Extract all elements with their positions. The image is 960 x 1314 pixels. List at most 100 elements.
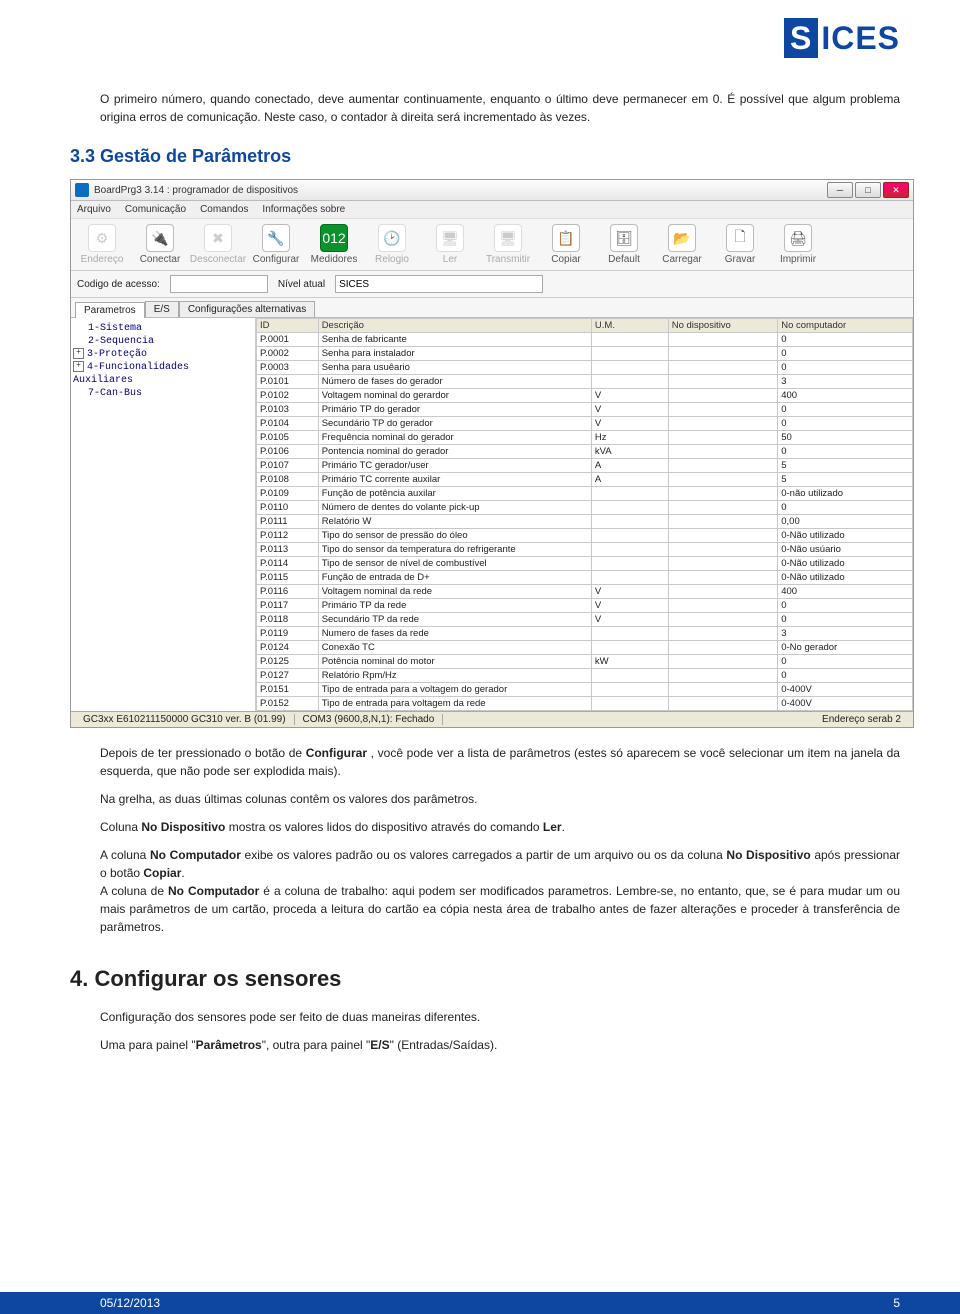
table-row[interactable]: P.0110Número de dentes do volante pick-u… xyxy=(257,501,913,515)
table-row[interactable]: P.0105Frequência nominal do geradorHz50 xyxy=(257,431,913,445)
table-row[interactable]: P.0152Tipo de entrada para voltagem da r… xyxy=(257,697,913,711)
cell: Frequência nominal do gerador xyxy=(318,431,591,445)
cell: Primário TP do gerador xyxy=(318,403,591,417)
toolbar-carregar[interactable]: 📂Carregar xyxy=(653,222,711,267)
cell xyxy=(668,599,778,613)
toolbar-imprimir[interactable]: 🖨Imprimir xyxy=(769,222,827,267)
toolbar-label: Desconectar xyxy=(190,254,246,265)
tab-1[interactable]: E/S xyxy=(145,301,179,317)
cell: Primário TC gerador/user xyxy=(318,459,591,473)
table-row[interactable]: P.0103Primário TP do geradorV0 xyxy=(257,403,913,417)
column-header[interactable]: ID xyxy=(257,319,319,333)
menu-item[interactable]: Informações sobre xyxy=(262,204,345,215)
access-input[interactable] xyxy=(170,275,268,293)
cell xyxy=(668,683,778,697)
cell xyxy=(668,473,778,487)
toolbar-label: Copiar xyxy=(551,254,580,265)
tree-node[interactable]: 7-Can-Bus xyxy=(73,387,253,400)
cell xyxy=(668,347,778,361)
cell: Potência nominal do motor xyxy=(318,655,591,669)
column-header[interactable]: U.M. xyxy=(591,319,668,333)
toolbar-gravar[interactable]: 🗋Gravar xyxy=(711,222,769,267)
toolbar-conectar[interactable]: 🔌Conectar xyxy=(131,222,189,267)
cell xyxy=(668,361,778,375)
table-row[interactable]: P.0116Voltagem nominal da redeV400 xyxy=(257,585,913,599)
cell: 400 xyxy=(778,585,913,599)
toolbar-configurar[interactable]: 🔧Configurar xyxy=(247,222,305,267)
table-row[interactable]: P.0124Conexão TC0-No gerador xyxy=(257,641,913,655)
titlebar[interactable]: BoardPrg3 3.14 : programador de disposit… xyxy=(71,180,913,201)
table-row[interactable]: P.0002Senha para instalador0 xyxy=(257,347,913,361)
toolbar-medidores[interactable]: 012Medidores xyxy=(305,222,363,267)
tab-0[interactable]: Parametros xyxy=(75,302,145,318)
cell: Conexão TC xyxy=(318,641,591,655)
toolbar-default[interactable]: 🗄Default xyxy=(595,222,653,267)
menu-item[interactable]: Comunicação xyxy=(125,204,186,215)
close-button[interactable]: ✕ xyxy=(883,182,909,198)
table-row[interactable]: P.0104Secundário TP do geradorV0 xyxy=(257,417,913,431)
tree-view[interactable]: 1-Sistema2-Sequencia3-Proteção4-Funciona… xyxy=(71,318,256,711)
cell: 0 xyxy=(778,361,913,375)
app-icon xyxy=(75,183,89,197)
menu-item[interactable]: Arquivo xyxy=(77,204,111,215)
body-text-1: Depois de ter pressionado o botão de Con… xyxy=(100,744,900,936)
table-row[interactable]: P.0106Pontencia nominal do geradorkVA0 xyxy=(257,445,913,459)
table-row[interactable]: P.0151Tipo de entrada para a voltagem do… xyxy=(257,683,913,697)
body-text-2: Configuração dos sensores pode ser feito… xyxy=(100,1008,900,1054)
table-row[interactable]: P.0001Senha de fabricante0 xyxy=(257,333,913,347)
table-row[interactable]: P.0127Relatório Rpm/Hz0 xyxy=(257,669,913,683)
table-row[interactable]: P.0108Primário TC corrente auxilarA5 xyxy=(257,473,913,487)
table-row[interactable]: P.0118Secundário TP da redeV0 xyxy=(257,613,913,627)
table-row[interactable]: P.0117Primário TP da redeV0 xyxy=(257,599,913,613)
tree-node[interactable]: 3-Proteção xyxy=(73,348,253,361)
table-row[interactable]: P.0003Senha para usuêario0 xyxy=(257,361,913,375)
status-right: Endereço serab 2 xyxy=(814,714,909,725)
column-header[interactable]: No dispositivo xyxy=(668,319,778,333)
cell xyxy=(668,375,778,389)
table-row[interactable]: P.0102Voltagem nominal do gerardorV400 xyxy=(257,389,913,403)
cell: 0 xyxy=(778,669,913,683)
table-row[interactable]: P.0125Potência nominal do motorkW0 xyxy=(257,655,913,669)
status-bar: GC3xx E610211150000 GC310 ver. B (01.99)… xyxy=(71,711,913,727)
level-value[interactable] xyxy=(335,275,543,293)
table-row[interactable]: P.0111Relatório W0,00 xyxy=(257,515,913,529)
cell: Tipo do sensor da temperatura do refrige… xyxy=(318,543,591,557)
menu-item[interactable]: Comandos xyxy=(200,204,248,215)
cell: 0-Não utilizado xyxy=(778,529,913,543)
tab-2[interactable]: Configurações alternativas xyxy=(179,301,315,317)
cell xyxy=(591,543,668,557)
minimize-button[interactable]: ─ xyxy=(827,182,853,198)
column-header[interactable]: No computador xyxy=(778,319,913,333)
cell: 0 xyxy=(778,613,913,627)
intro-paragraph: O primeiro número, quando conectado, dev… xyxy=(100,90,900,126)
maximize-button[interactable]: □ xyxy=(855,182,881,198)
cell: P.0112 xyxy=(257,529,319,543)
table-row[interactable]: P.0119Numero de fases da rede3 xyxy=(257,627,913,641)
cell: P.0105 xyxy=(257,431,319,445)
cell: A xyxy=(591,473,668,487)
status-left: GC3xx E610211150000 GC310 ver. B (01.99) xyxy=(75,714,295,725)
tree-node[interactable]: 4-Funcionalidades Auxiliares xyxy=(73,361,253,387)
tree-node[interactable]: 2-Sequencia xyxy=(73,335,253,348)
table-row[interactable]: P.0112Tipo do sensor de pressão do óleo 0… xyxy=(257,529,913,543)
cell: P.0109 xyxy=(257,487,319,501)
cell: kVA xyxy=(591,445,668,459)
carregar-icon: 📂 xyxy=(668,224,696,252)
column-header[interactable]: Descrição xyxy=(318,319,591,333)
cell: Tipo do sensor de pressão do óleo xyxy=(318,529,591,543)
cell: 3 xyxy=(778,375,913,389)
toolbar-copiar[interactable]: 📋Copiar xyxy=(537,222,595,267)
table-row[interactable]: P.0101Número de fases do gerador3 xyxy=(257,375,913,389)
cell: 0-Não usúario xyxy=(778,543,913,557)
table-row[interactable]: P.0115Função de entrada de D+0-Não utili… xyxy=(257,571,913,585)
tree-node[interactable]: 1-Sistema xyxy=(73,322,253,335)
table-row[interactable]: P.0113Tipo do sensor da temperatura do r… xyxy=(257,543,913,557)
cell: 50 xyxy=(778,431,913,445)
table-row[interactable]: P.0107Primário TC gerador/userA5 xyxy=(257,459,913,473)
parameter-grid[interactable]: IDDescriçãoU.M.No dispositivoNo computad… xyxy=(256,318,913,711)
table-row[interactable]: P.0109Função de potência auxilar0-não ut… xyxy=(257,487,913,501)
cell xyxy=(668,333,778,347)
cell: P.0101 xyxy=(257,375,319,389)
table-row[interactable]: P.0114Tipo de sensor de nível de combust… xyxy=(257,557,913,571)
status-mid: COM3 (9600,8,N,1): Fechado xyxy=(295,714,444,725)
